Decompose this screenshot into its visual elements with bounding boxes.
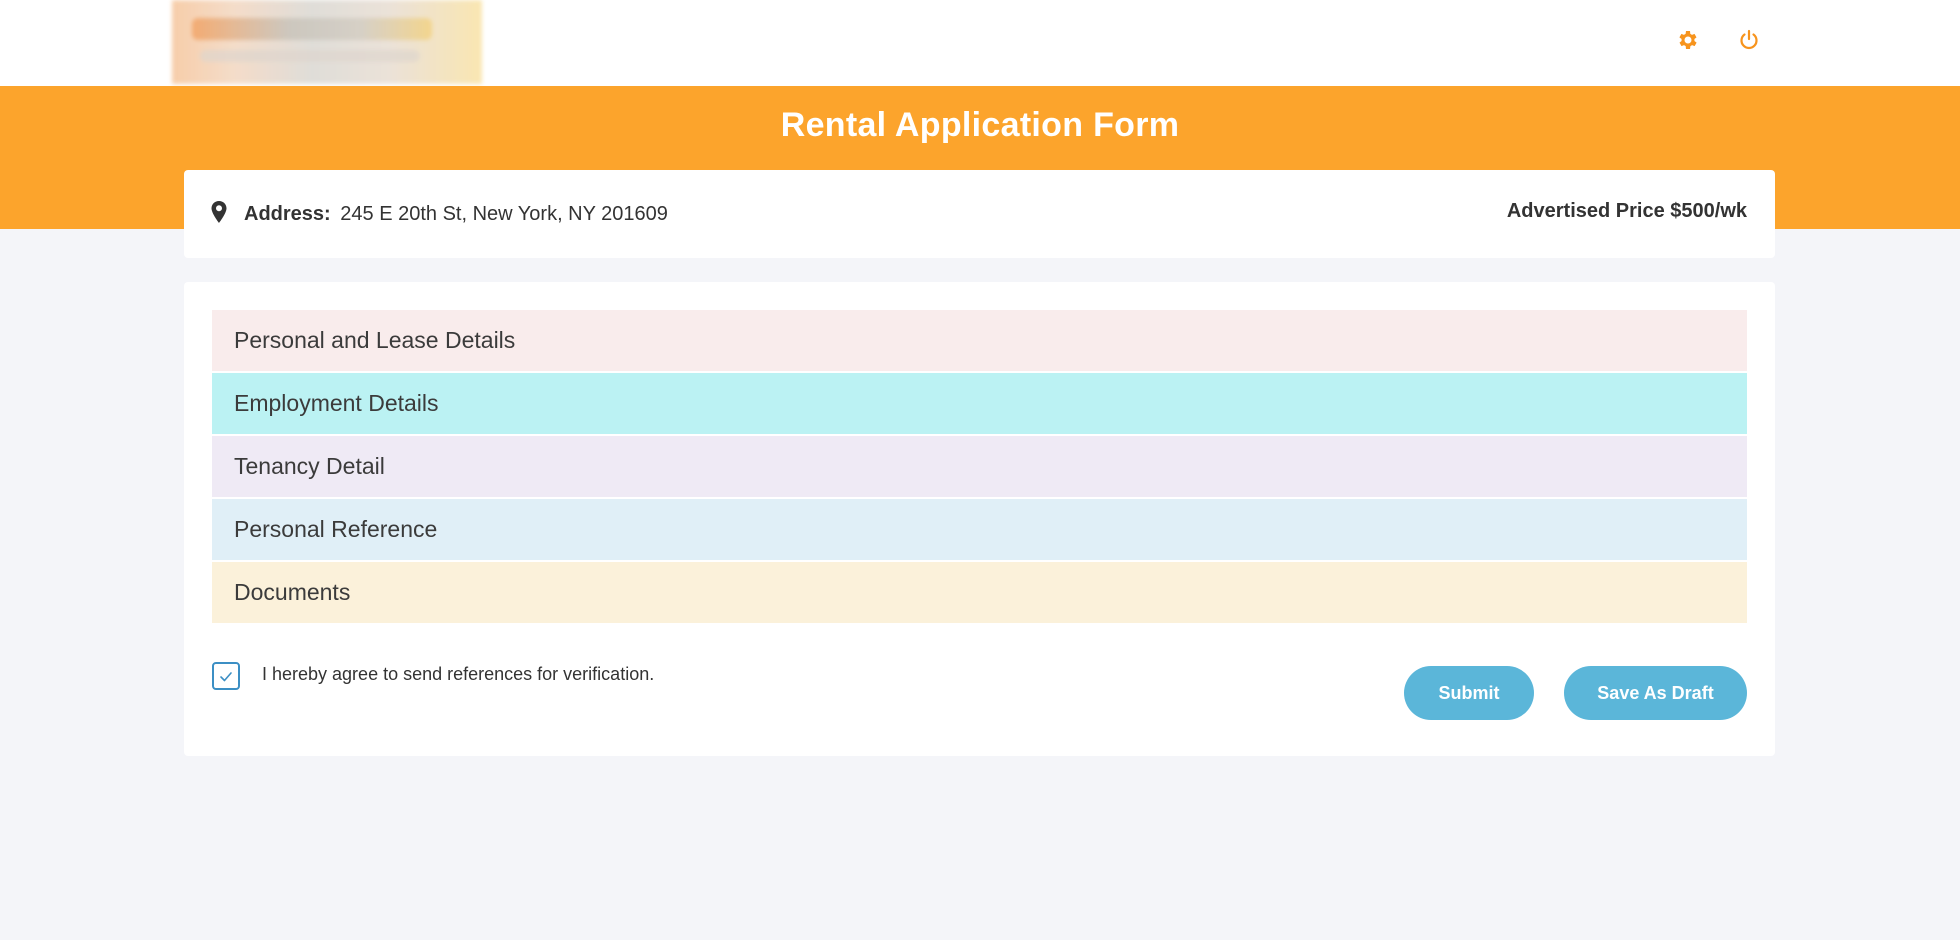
submit-button[interactable]: Submit bbox=[1404, 666, 1534, 720]
agree-references-checkbox[interactable] bbox=[212, 662, 240, 690]
map-pin-icon bbox=[211, 201, 227, 223]
application-form-card: Personal and Lease Details Employment De… bbox=[184, 282, 1775, 756]
section-personal-reference[interactable]: Personal Reference bbox=[212, 499, 1747, 560]
logo-tagline bbox=[200, 50, 420, 62]
power-icon bbox=[1740, 29, 1758, 50]
save-as-draft-button[interactable]: Save As Draft bbox=[1564, 666, 1747, 720]
company-logo[interactable] bbox=[172, 0, 482, 84]
advertised-price: Advertised Price $500/wk bbox=[1506, 200, 1747, 222]
property-summary-card: Address: 245 E 20th St, New York, NY 201… bbox=[184, 170, 1775, 258]
property-address: Address: 245 E 20th St, New York, NY 201… bbox=[244, 203, 668, 226]
section-tenancy-detail[interactable]: Tenancy Detail bbox=[212, 436, 1747, 497]
agree-references-label: I hereby agree to send references for ve… bbox=[262, 664, 655, 684]
gear-icon bbox=[1679, 31, 1697, 49]
section-documents[interactable]: Documents bbox=[212, 562, 1747, 623]
page-title: Rental Application Form bbox=[780, 106, 1180, 144]
logo-wordmark bbox=[192, 18, 432, 40]
checkmark-icon bbox=[220, 672, 232, 682]
section-employment-details[interactable]: Employment Details bbox=[212, 373, 1747, 434]
settings-button[interactable] bbox=[1674, 26, 1702, 54]
address-label: Address: bbox=[244, 203, 331, 225]
section-personal-and-lease-details[interactable]: Personal and Lease Details bbox=[212, 310, 1747, 371]
logout-button[interactable] bbox=[1735, 26, 1763, 54]
top-navbar bbox=[0, 0, 1960, 86]
form-sections-accordion: Personal and Lease Details Employment De… bbox=[212, 310, 1747, 625]
address-value: 245 E 20th St, New York, NY 201609 bbox=[340, 203, 668, 225]
